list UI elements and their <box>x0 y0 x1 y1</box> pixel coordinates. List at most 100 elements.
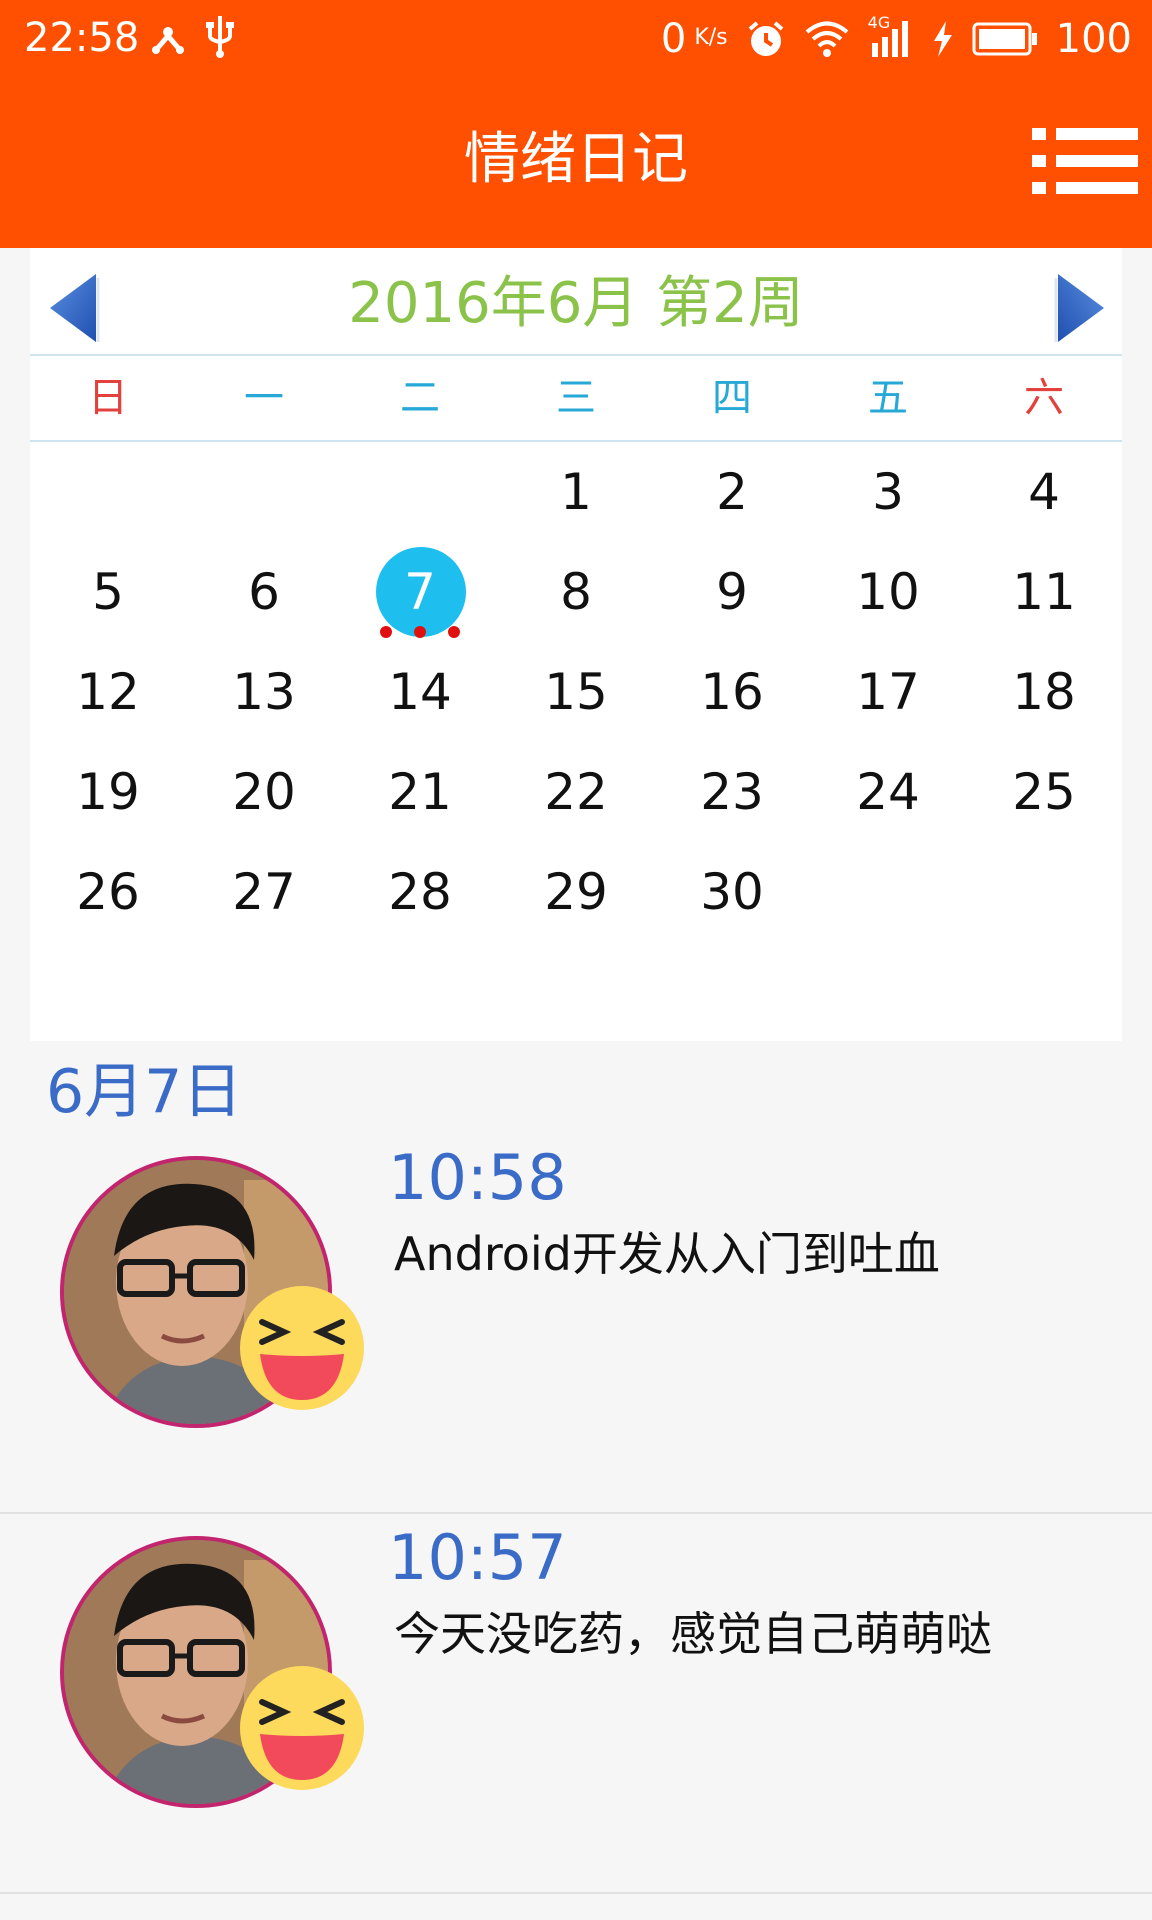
day-number: 28 <box>388 863 452 921</box>
calendar-days-grid: 1 2 3 4 5 6 7 8 9 10 11 12 13 14 15 16 17 18 19 20 21 22 23 24 2… <box>30 442 1122 942</box>
calendar-day[interactable]: 13 <box>186 642 342 742</box>
calendar-day[interactable]: 20 <box>186 742 342 842</box>
day-number: 12 <box>76 663 140 721</box>
weekday-wed: 三 <box>556 375 596 421</box>
entry-text: Android开发从入门到吐血 <box>394 1227 940 1281</box>
calendar-empty-cell <box>810 842 966 942</box>
calendar-day[interactable]: 18 <box>966 642 1122 742</box>
day-number: 27 <box>232 863 296 921</box>
calendar-day[interactable]: 8 <box>498 542 654 642</box>
calendar-day[interactable]: 9 <box>654 542 810 642</box>
day-number: 18 <box>1012 663 1076 721</box>
signal-icon: 4G <box>868 13 914 59</box>
day-number: 20 <box>232 763 296 821</box>
calendar-day[interactable]: 3 <box>810 442 966 542</box>
calendar-day[interactable]: 30 <box>654 842 810 942</box>
calendar-day[interactable]: 16 <box>654 642 810 742</box>
diary-entry[interactable]: 10:58 Android开发从入门到吐血 <box>0 1134 1152 1514</box>
day-number: 13 <box>232 663 296 721</box>
day-number: 22 <box>544 763 608 821</box>
usb-icon <box>206 16 234 58</box>
day-number: 14 <box>388 663 452 721</box>
entry-time: 10:57 <box>388 1521 567 1594</box>
calendar-day[interactable]: 12 <box>30 642 186 742</box>
diary-entry[interactable]: 10:57 今天没吃药，感觉自己萌萌哒 <box>0 1514 1152 1894</box>
calendar-day[interactable]: 24 <box>810 742 966 842</box>
charging-icon <box>933 20 952 57</box>
day-number: 21 <box>388 763 452 821</box>
status-bar: 22:58 0 K/s 4G 100 <box>0 0 1152 78</box>
day-number: 9 <box>716 563 748 621</box>
entry-marker-dot <box>448 626 460 638</box>
calendar-day[interactable]: 1 <box>498 442 654 542</box>
day-number: 26 <box>76 863 140 921</box>
calendar-day-selected[interactable]: 7 <box>342 542 498 642</box>
alarm-icon <box>748 20 783 56</box>
day-number: 15 <box>544 663 608 721</box>
calendar-day[interactable]: 14 <box>342 642 498 742</box>
day-number: 16 <box>700 663 764 721</box>
calendar-day[interactable]: 21 <box>342 742 498 842</box>
day-number: 5 <box>92 563 124 621</box>
calendar-day[interactable]: 6 <box>186 542 342 642</box>
day-number: 10 <box>856 563 920 621</box>
calendar-day[interactable]: 19 <box>30 742 186 842</box>
calendar-empty-cell <box>342 442 498 542</box>
entry-marker-dot <box>414 626 426 638</box>
calendar-day[interactable]: 28 <box>342 842 498 942</box>
calendar-day[interactable]: 29 <box>498 842 654 942</box>
entry-time: 10:58 <box>388 1141 567 1214</box>
day-number: 30 <box>700 863 764 921</box>
calendar-day[interactable]: 23 <box>654 742 810 842</box>
weekday-tue: 二 <box>400 375 440 421</box>
calendar-day[interactable]: 15 <box>498 642 654 742</box>
calendar-day[interactable]: 11 <box>966 542 1122 642</box>
laughing-emoji-icon <box>240 1286 364 1410</box>
calendar-day[interactable]: 4 <box>966 442 1122 542</box>
day-number: 8 <box>560 563 592 621</box>
battery-icon <box>972 22 1037 55</box>
entry-text: 今天没吃药，感觉自己萌萌哒 <box>394 1607 992 1661</box>
calendar-empty-cell <box>30 442 186 542</box>
day-number: 3 <box>872 463 904 521</box>
calendar-day[interactable]: 10 <box>810 542 966 642</box>
usb-connection-icon <box>152 27 184 54</box>
day-number: 4 <box>1028 463 1060 521</box>
day-number: 6 <box>248 563 280 621</box>
day-number: 1 <box>560 463 592 521</box>
app-title: 情绪日记 <box>464 127 688 192</box>
day-number: 7 <box>404 563 436 621</box>
weekday-thu: 四 <box>712 375 752 421</box>
day-number: 17 <box>856 663 920 721</box>
calendar-day[interactable]: 26 <box>30 842 186 942</box>
day-number: 25 <box>1012 763 1076 821</box>
entry-markers <box>342 626 498 638</box>
calendar: 2016年6月 第2周 日 一 二 三 四 五 六 1 2 3 4 5 6 7 8 9 10 11 1… <box>30 248 1122 1041</box>
weekday-header: 日 一 二 三 四 五 六 <box>30 356 1122 442</box>
day-number: 29 <box>544 863 608 921</box>
calendar-empty-cell <box>186 442 342 542</box>
battery-level: 100 <box>1055 15 1132 62</box>
day-number: 11 <box>1012 563 1076 621</box>
day-number: 2 <box>716 463 748 521</box>
calendar-header: 2016年6月 第2周 <box>30 248 1122 356</box>
menu-button[interactable] <box>1032 126 1138 196</box>
top-app-header: 22:58 0 K/s 4G 100 情绪日记 <box>0 0 1152 248</box>
calendar-day[interactable]: 17 <box>810 642 966 742</box>
calendar-day[interactable]: 22 <box>498 742 654 842</box>
weekday-mon: 一 <box>244 375 284 421</box>
status-time: 22:58 <box>24 15 140 61</box>
weekday-sat: 六 <box>1024 375 1064 421</box>
laughing-emoji-icon <box>240 1666 364 1790</box>
next-week-arrow-icon[interactable] <box>1048 270 1108 346</box>
calendar-empty-cell <box>966 842 1122 942</box>
day-number: 24 <box>856 763 920 821</box>
calendar-day[interactable]: 27 <box>186 842 342 942</box>
calendar-day[interactable]: 25 <box>966 742 1122 842</box>
calendar-day[interactable]: 5 <box>30 542 186 642</box>
calendar-month-week-title: 2016年6月 第2周 <box>348 271 804 336</box>
network-speed: 0 K/s <box>660 16 728 62</box>
calendar-day[interactable]: 2 <box>654 442 810 542</box>
diary-date-heading: 6月7日 <box>46 1057 243 1127</box>
entry-marker-dot <box>380 626 392 638</box>
